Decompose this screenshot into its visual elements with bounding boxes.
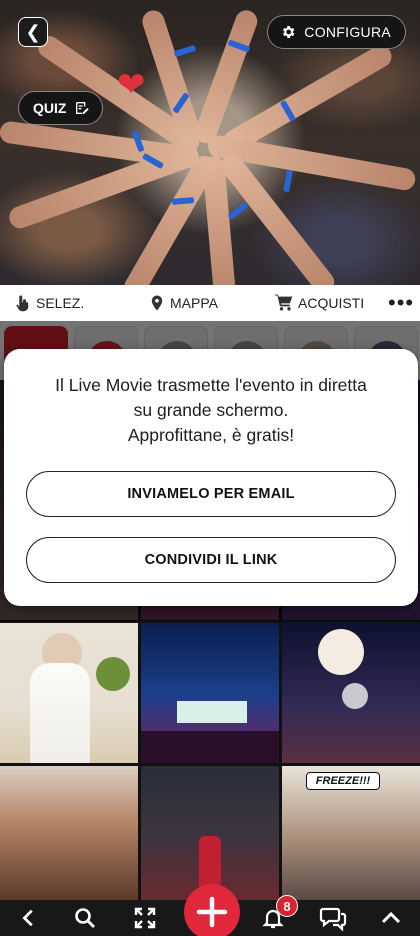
grid-photo-friends[interactable] (0, 766, 138, 900)
purchases-button[interactable]: ACQUISTI (274, 285, 364, 321)
quiz-label: QUIZ (33, 100, 67, 116)
chevron-left-icon (22, 909, 33, 927)
back-button[interactable]: ❮ (18, 17, 48, 47)
grid-photo-bride[interactable] (0, 623, 138, 763)
edit-note-icon (76, 102, 90, 114)
expand-icon (134, 907, 156, 929)
select-label: SELEZ. (36, 295, 85, 311)
share-link-button[interactable]: CONDIVIDI IL LINK (26, 537, 396, 583)
select-button[interactable]: SELEZ. (14, 285, 84, 321)
more-options-button[interactable]: ••• (388, 285, 414, 321)
map-label: MAPPA (170, 295, 218, 311)
hand-pointer-icon (16, 295, 29, 312)
add-content-button[interactable] (184, 884, 240, 936)
dialog-message-line: Il Live Movie trasmette l'evento in dire… (55, 375, 367, 395)
send-email-button[interactable]: INVIAMELO PER EMAIL (26, 471, 396, 517)
grid-photo-dance[interactable] (141, 766, 279, 900)
nav-back-button[interactable] (14, 904, 44, 932)
grid-photo-party[interactable] (282, 623, 420, 763)
search-icon (75, 908, 96, 929)
more-dots-icon: ••• (388, 290, 415, 315)
dialog-message: Il Live Movie trasmette l'evento in dire… (4, 373, 418, 448)
dialog-message-line: su grande schermo. (133, 400, 289, 420)
quiz-button[interactable]: QUIZ (18, 91, 104, 125)
dialog-message-line: Approfittane, è gratis! (127, 425, 295, 445)
gear-icon (283, 26, 295, 38)
search-button[interactable] (70, 904, 100, 932)
live-movie-dialog: Il Live Movie trasmette l'evento in dire… (4, 349, 418, 606)
chat-bubbles-icon (319, 907, 347, 931)
chat-button[interactable] (316, 904, 350, 932)
configure-button[interactable]: CONFIGURA (267, 15, 406, 49)
chevron-up-icon (381, 911, 401, 924)
map-pin-icon (151, 295, 163, 311)
purchases-label: ACQUISTI (298, 295, 365, 311)
configure-label: CONFIGURA (304, 24, 391, 40)
freeze-sign-text: FREEZE!!! (306, 772, 380, 790)
heart-icon: ❤ (117, 66, 146, 104)
chevron-left-icon: ❮ (25, 21, 41, 42)
cart-icon (274, 294, 293, 311)
notification-count-badge: 8 (276, 895, 298, 917)
grid-photo-freeze[interactable]: FREEZE!!! (282, 766, 420, 900)
fullscreen-button[interactable] (130, 904, 160, 932)
grid-photo-venue[interactable] (141, 623, 279, 763)
scroll-up-button[interactable] (376, 904, 406, 932)
map-button[interactable]: MAPPA (148, 285, 218, 321)
action-toolbar: SELEZ. MAPPA ACQUISTI ••• (0, 285, 420, 321)
plus-icon (196, 896, 228, 928)
